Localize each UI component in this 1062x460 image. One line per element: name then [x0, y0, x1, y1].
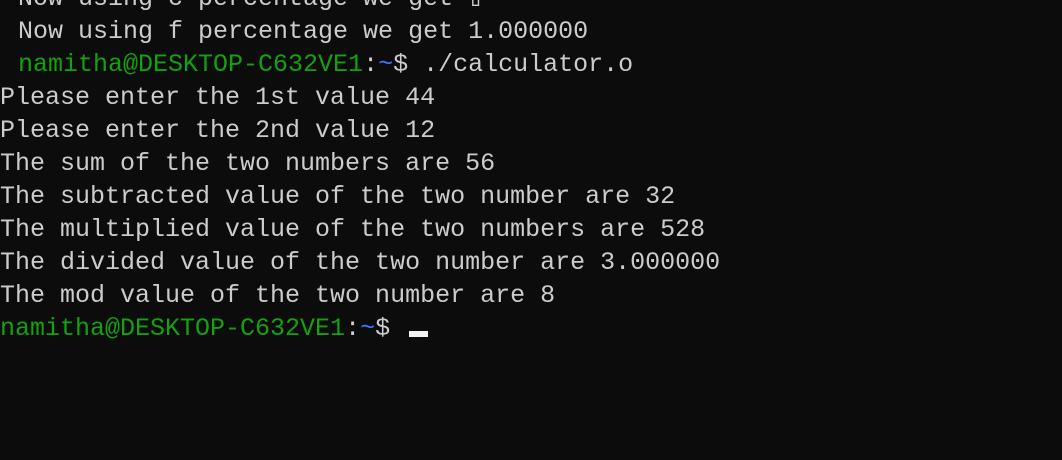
output-line-clipped: Now using c percentage we get ▯ [0, 0, 720, 15]
prompt-user-host: namitha@DESKTOP-C632VE1 [0, 314, 346, 343]
prompt-user-host: namitha@DESKTOP-C632VE1 [18, 50, 364, 79]
output-line-f-percentage: Now using f percentage we get 1.000000 [18, 17, 589, 46]
prompt-path: ~ [378, 50, 394, 79]
text-cursor [409, 331, 429, 337]
command-text: ./calculator.o [423, 50, 634, 79]
command-line: namitha@DESKTOP-C632VE1:~$ ./calculator.… [0, 48, 720, 81]
active-prompt-line[interactable]: namitha@DESKTOP-C632VE1:~$ [0, 312, 720, 345]
output-line-subtracted: The subtracted value of the two number a… [0, 182, 676, 211]
output-line-first-value: Please enter the 1st value 44 [0, 83, 436, 112]
prompt-colon: : [345, 314, 361, 343]
prompt-symbol: $ [375, 314, 406, 343]
output-line-divided: The divided value of the two number are … [0, 248, 721, 277]
prompt-path: ~ [360, 314, 376, 343]
prompt-colon: : [363, 50, 379, 79]
terminal-window[interactable]: Now using c percentage we get ▯ Now usin… [0, 0, 1062, 460]
prompt-symbol: $ [393, 50, 424, 79]
output-line-sum: The sum of the two numbers are 56 [0, 149, 496, 178]
output-line-second-value: Please enter the 2nd value 12 [0, 116, 436, 145]
output-line-mod: The mod value of the two number are 8 [0, 281, 556, 310]
terminal-output: Now using c percentage we get ▯ Now usin… [0, 0, 720, 345]
output-line-multiplied: The multiplied value of the two numbers … [0, 215, 706, 244]
